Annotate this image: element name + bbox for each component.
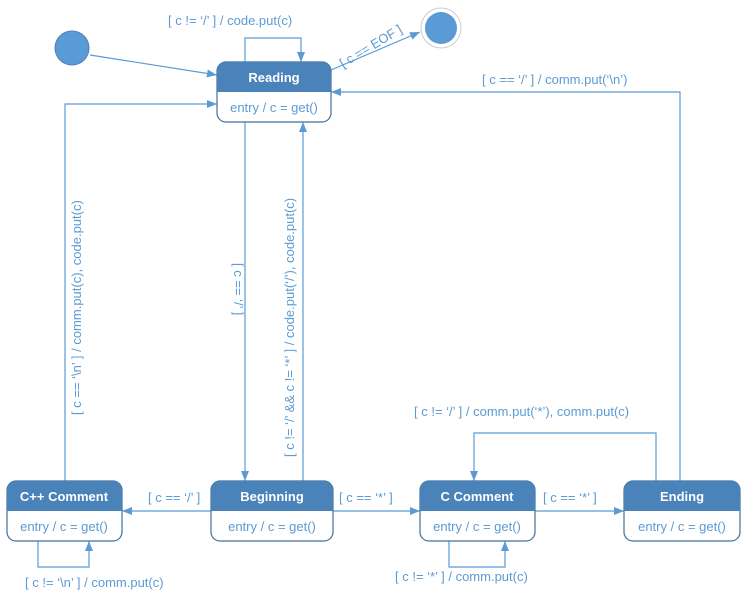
state-entry: entry / c = get() xyxy=(230,100,318,115)
state-title: Beginning xyxy=(240,489,304,504)
state-entry: entry / c = get() xyxy=(20,519,108,534)
cpp-self-label: [ c != ‘\n’ ] / comm.put(c) xyxy=(25,575,164,590)
reading-self-transition xyxy=(244,37,305,62)
state-entry: entry / c = get() xyxy=(228,519,316,534)
ccomment-self-label: [ c != ‘*’ ] / comm.put(c) xyxy=(395,569,528,584)
state-entry: entry / c = get() xyxy=(638,519,726,534)
ending-ccomment-label: [ c != ‘/’ ] / comm.put(‘*’), comm.put(c… xyxy=(414,404,629,419)
initial-transition xyxy=(89,54,218,78)
state-beginning: Beginning entry / c = get() xyxy=(210,480,334,542)
state-cpp-comment: C++ Comment entry / c = get() xyxy=(6,480,123,542)
cpp-self-transition xyxy=(37,541,93,568)
state-title: C Comment xyxy=(441,489,515,504)
beginning-reading-label: [ c != ‘/’ && c != ‘*’ ] / code.put(‘/’)… xyxy=(282,198,297,457)
state-title: Reading xyxy=(248,70,299,85)
ccomment-ending-label: [ c == ‘*’ ] xyxy=(543,490,597,505)
reading-beginning-label: [ c == ‘/’ ] xyxy=(231,263,246,315)
cpp-reading-label: [ c == ‘\n’ ] / comm.put(c), code.put(c) xyxy=(69,200,84,415)
ending-reading-label: [ c == ‘/’ ] / comm.put(‘\n’) xyxy=(482,72,627,87)
state-ending: Ending entry / c = get() xyxy=(623,480,741,542)
state-reading: Reading entry / c = get() xyxy=(216,61,332,123)
cpp-reading-transition xyxy=(64,100,217,481)
state-title: Ending xyxy=(660,489,704,504)
state-c-comment: C Comment entry / c = get() xyxy=(419,480,536,542)
reading-self-label: [ c != ‘/’ ] / code.put(c) xyxy=(168,13,292,28)
state-entry: entry / c = get() xyxy=(433,519,521,534)
state-title: C++ Comment xyxy=(20,489,109,504)
state-diagram: [ c != ‘/’ ] / code.put(c) [ c == EOF ] … xyxy=(6,7,741,590)
reading-final-label: [ c == EOF ] xyxy=(337,22,405,71)
ending-ccomment-transition xyxy=(470,432,657,481)
beginning-ccomment-label: [ c == ‘*’ ] xyxy=(339,490,393,505)
final-node xyxy=(425,12,457,44)
ending-reading-transition xyxy=(331,88,681,481)
beginning-cpp-label: [ c == ‘/’ ] xyxy=(148,490,200,505)
ccomment-self-transition xyxy=(448,541,509,568)
initial-node xyxy=(54,30,90,66)
